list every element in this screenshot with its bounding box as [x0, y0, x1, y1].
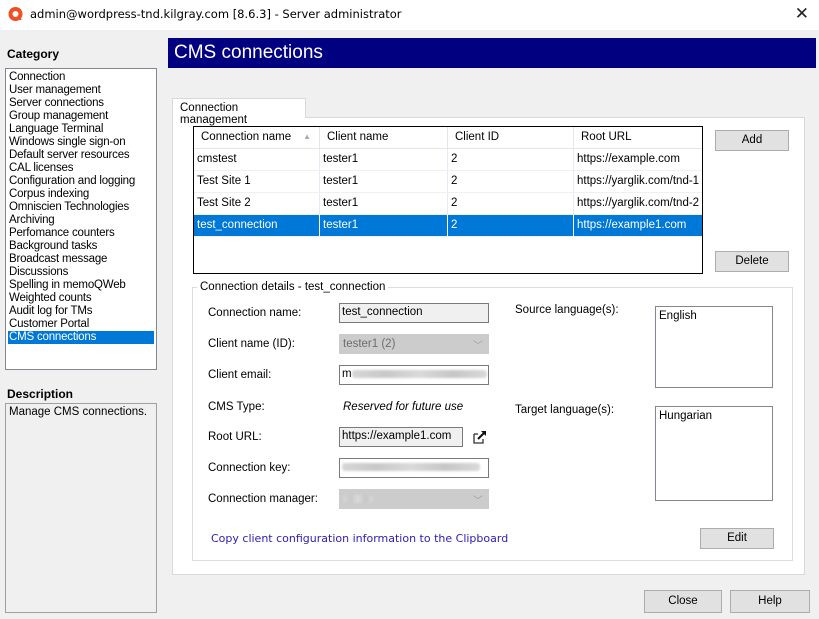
open-external-link-icon[interactable]	[472, 429, 488, 445]
language-item[interactable]: Hungarian	[659, 410, 769, 422]
connection-manager-label: Connection manager:	[208, 493, 318, 505]
table-row[interactable]: Test Site 1 tester1 2 https://yarglik.com/t…	[194, 171, 702, 193]
chevron-down-icon: ﹀	[473, 341, 483, 352]
cell-client-name: tester1	[320, 193, 448, 214]
client-email-field[interactable]: m	[339, 365, 489, 385]
connection-details-title: Connection details - test_connection	[197, 281, 389, 293]
cell-connection-name: test_connection	[194, 215, 320, 236]
sidebar-item[interactable]: Broadcast message	[8, 253, 154, 266]
cms-type-label: CMS Type:	[208, 401, 265, 413]
tab-connection-management[interactable]: Connection management	[172, 98, 306, 126]
language-item[interactable]: English	[659, 310, 769, 322]
copy-config-link[interactable]: Copy client configuration information to…	[211, 532, 508, 545]
client-email-value: m	[342, 368, 352, 380]
cell-client-id: 2	[448, 149, 574, 170]
target-languages-list[interactable]: Hungarian	[655, 406, 773, 501]
connection-manager-dropdown[interactable]: ﹀	[339, 489, 489, 509]
redacted-text	[351, 369, 487, 378]
grid-header: Connection name ▲ Client name Client ID …	[194, 127, 702, 149]
connections-grid[interactable]: Connection name ▲ Client name Client ID …	[193, 126, 703, 274]
sidebar-item[interactable]: Archiving	[8, 214, 154, 227]
sort-ascending-icon: ▲	[303, 132, 311, 141]
sidebar-item[interactable]: CAL licenses	[8, 162, 154, 175]
connection-name-field[interactable]: test_connection	[339, 303, 489, 323]
edit-button[interactable]: Edit	[700, 528, 774, 549]
connection-key-label: Connection key:	[208, 462, 291, 474]
cell-root-url: https://yarglik.com/tnd-2	[577, 197, 700, 209]
sidebar-item[interactable]: Discussions	[8, 266, 154, 279]
root-url-label: Root URL:	[208, 431, 262, 443]
sidebar-item[interactable]: Perfomance counters	[8, 227, 154, 240]
column-header-connection-name[interactable]: Connection name ▲	[194, 127, 320, 148]
description-label: Description	[7, 387, 74, 401]
root-url-field[interactable]: https://example1.com	[339, 427, 463, 447]
table-row[interactable]: test_connection tester1 2 https://example1.…	[194, 215, 702, 237]
title-bar: admin@wordpress-tnd.kilgray.com [8.6.3] …	[0, 0, 819, 30]
sidebar-item[interactable]: Language Terminal	[8, 123, 154, 136]
delete-button[interactable]: Delete	[715, 251, 789, 272]
cell-root-url: https://yarglik.com/tnd-1	[577, 175, 700, 187]
cell-root-url: https://example.com	[577, 153, 680, 165]
column-header-client-name[interactable]: Client name	[320, 127, 448, 148]
cms-type-value: Reserved for future use	[343, 401, 464, 413]
cell-client-id: 2	[448, 171, 574, 192]
target-languages-label: Target language(s):	[515, 404, 615, 416]
description-text: Manage CMS connections.	[9, 406, 148, 418]
help-button[interactable]: Help	[730, 590, 810, 613]
window-title: admin@wordpress-tnd.kilgray.com [8.6.3] …	[30, 7, 402, 21]
chevron-down-icon: ﹀	[473, 496, 483, 507]
cell-connection-name: cmstest	[194, 149, 320, 170]
sidebar-item[interactable]: Omniscien Technologies	[8, 201, 154, 214]
client-name-label: Client name (ID):	[208, 338, 295, 350]
column-header-label: Connection name	[201, 131, 292, 143]
sidebar-item[interactable]: Corpus indexing	[8, 188, 154, 201]
close-button[interactable]: Close	[644, 590, 722, 613]
source-languages-label: Source language(s):	[515, 304, 619, 316]
redacted-text	[342, 462, 480, 471]
sidebar-item[interactable]: User management	[8, 84, 154, 97]
sidebar-item[interactable]: Group management	[8, 110, 154, 123]
cell-client-name: tester1	[320, 149, 448, 170]
sidebar-item[interactable]: Spelling in memoQWeb	[8, 279, 154, 292]
sidebar-item[interactable]: Connection	[8, 71, 154, 84]
sidebar-item[interactable]: Background tasks	[8, 240, 154, 253]
cell-client-id: 2	[448, 193, 574, 214]
description-box: Manage CMS connections.	[5, 403, 157, 613]
cell-root-url: https://example1.com	[577, 219, 687, 231]
cell-connection-name: Test Site 2	[194, 193, 320, 214]
redacted-text	[343, 494, 373, 503]
sidebar-item[interactable]: Default server resources	[8, 149, 154, 162]
sidebar-item[interactable]: Audit log for TMs	[8, 305, 154, 318]
client-name-dropdown[interactable]: tester1 (2) ﹀	[339, 334, 489, 354]
client-name-value: tester1 (2)	[343, 338, 396, 350]
close-icon[interactable]: ✕	[795, 4, 809, 24]
page-title: CMS connections	[168, 38, 816, 68]
category-list[interactable]: Connection User management Server connecti…	[5, 68, 157, 370]
table-row[interactable]: cmstest tester1 2 https://example.com	[194, 149, 702, 171]
client-email-label: Client email:	[208, 369, 272, 381]
sidebar-item[interactable]: Configuration and logging	[8, 175, 154, 188]
sidebar-item[interactable]: Weighted counts	[8, 292, 154, 305]
sidebar-item[interactable]: Customer Portal	[8, 318, 154, 331]
add-button[interactable]: Add	[715, 130, 789, 151]
cell-client-id: 2	[448, 215, 574, 236]
cell-client-name: tester1	[320, 215, 448, 236]
category-label: Category	[7, 47, 60, 61]
connection-name-label: Connection name:	[208, 307, 302, 319]
memoq-logo-icon	[8, 7, 23, 21]
cell-connection-name: Test Site 1	[194, 171, 320, 192]
sidebar-item[interactable]: Windows single sign-on	[8, 136, 154, 149]
sidebar-item[interactable]: CMS connections	[8, 331, 154, 344]
column-header-root-url[interactable]: Root URL	[574, 127, 702, 148]
sidebar-item[interactable]: Server connections	[8, 97, 154, 110]
source-languages-list[interactable]: English	[655, 306, 773, 388]
table-row[interactable]: Test Site 2 tester1 2 https://yarglik.com/t…	[194, 193, 702, 215]
cell-client-name: tester1	[320, 171, 448, 192]
column-header-client-id[interactable]: Client ID	[448, 127, 574, 148]
connection-key-field[interactable]	[339, 458, 489, 478]
